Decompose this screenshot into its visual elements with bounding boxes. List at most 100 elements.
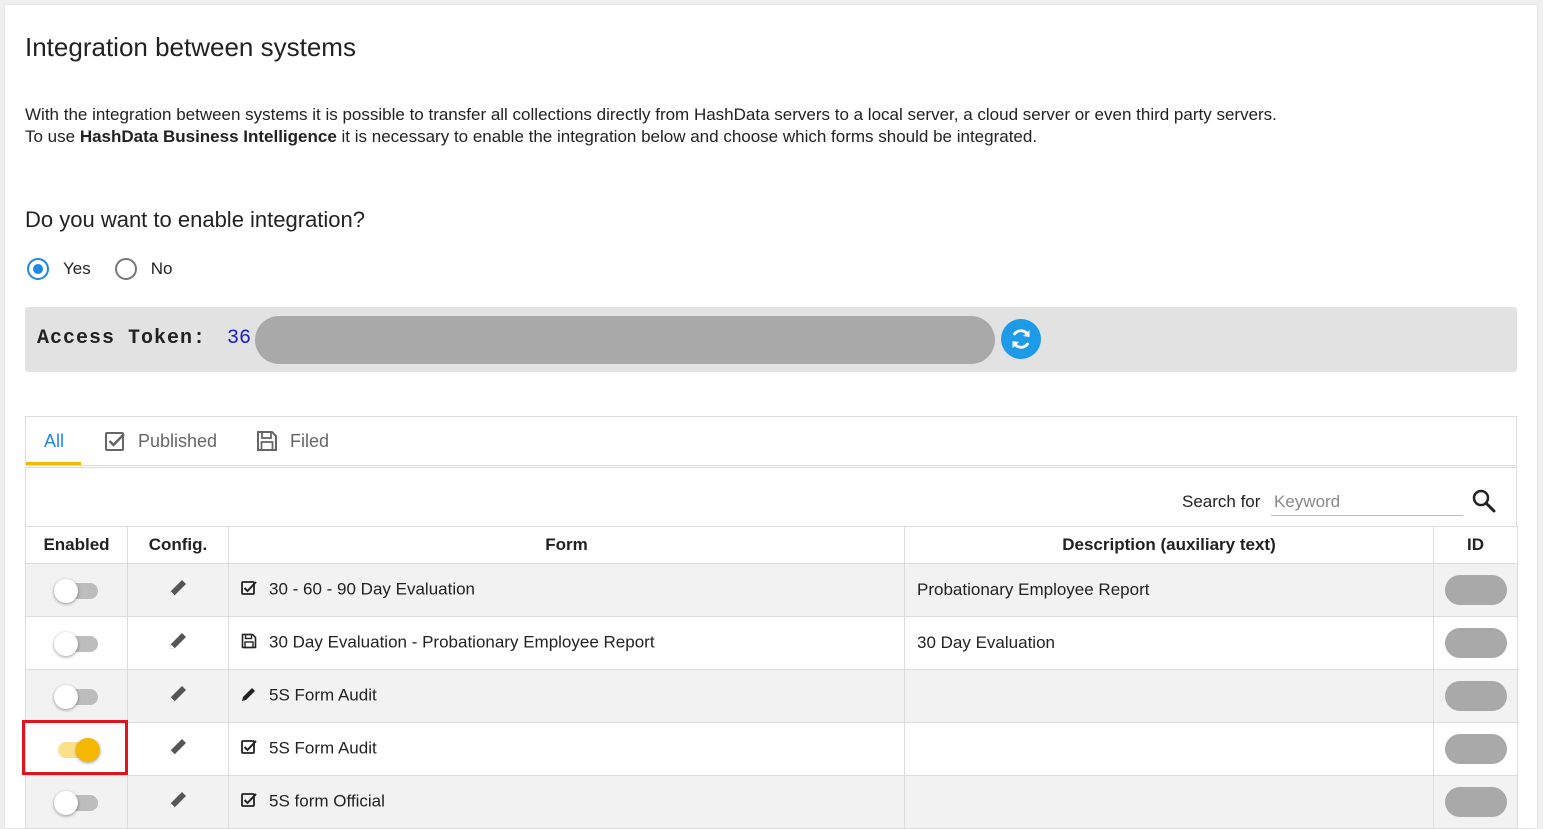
id-redaction — [1444, 681, 1507, 711]
checkbox-icon — [105, 432, 125, 451]
tab-published[interactable]: Published — [104, 417, 217, 465]
id-cell — [1433, 616, 1518, 670]
table-row: 30 - 60 - 90 Day Evaluation Probationary… — [25, 563, 1518, 617]
refresh-token-button[interactable] — [1001, 319, 1041, 359]
description-cell: 30 Day Evaluation — [904, 616, 1434, 670]
column-header-description[interactable]: Description (auxiliary text) — [904, 526, 1434, 564]
access-token-label: Access Token: — [37, 327, 207, 350]
column-header-enabled[interactable]: Enabled — [25, 526, 128, 564]
active-tab-indicator — [26, 462, 81, 465]
enabled-toggle[interactable] — [53, 632, 100, 657]
forms-table-panel: Search for Enabled Config. Form Descript… — [25, 467, 1518, 829]
enable-integration-radio-group: Yes No — [27, 258, 196, 280]
edit-config-button[interactable] — [167, 683, 189, 710]
config-cell — [127, 775, 229, 829]
enabled-toggle[interactable] — [53, 579, 100, 604]
search-icon — [1472, 489, 1496, 513]
column-header-config[interactable]: Config. — [127, 526, 229, 564]
radio-no-circle[interactable] — [114, 258, 137, 280]
table-row: 5S Form Audit — [25, 722, 1518, 776]
edit-config-button[interactable] — [167, 630, 189, 657]
id-cell — [1433, 722, 1518, 776]
toggle-knob — [53, 632, 78, 657]
tab-filed-label: Filed — [290, 430, 330, 451]
checkbox-icon — [241, 580, 257, 601]
form-cell: 5S form Official — [228, 775, 905, 829]
radio-no-label: No — [150, 259, 173, 278]
product-name: HashData Business Intelligence — [79, 127, 337, 146]
edit-config-button[interactable] — [167, 736, 189, 763]
radio-yes[interactable]: Yes — [27, 258, 91, 280]
intro-line-1: With the integration between systems it … — [25, 105, 1277, 124]
radio-no[interactable]: No — [114, 258, 173, 280]
toggle-knob — [75, 738, 100, 763]
page-title: Integration between systems — [25, 32, 356, 62]
id-redaction — [1444, 575, 1507, 605]
search-button[interactable] — [1471, 488, 1497, 519]
pencil-icon — [170, 632, 186, 649]
toggle-knob — [53, 579, 78, 604]
form-name: 30 Day Evaluation - Probationary Employe… — [269, 633, 655, 652]
intro-text: With the integration between systems it … — [25, 104, 1425, 148]
description-cell — [904, 669, 1434, 723]
search-label: Search for — [1182, 492, 1261, 511]
table-header-row: Enabled Config. Form Description (auxili… — [25, 526, 1518, 564]
id-redaction — [1444, 628, 1507, 658]
toggle-knob — [53, 685, 78, 710]
config-cell — [127, 722, 229, 776]
save-icon — [241, 633, 257, 654]
intro-line-2: To use HashData Business Intelligence it… — [25, 126, 1425, 148]
tab-all[interactable]: All — [44, 417, 64, 465]
column-header-form[interactable]: Form — [228, 526, 905, 564]
toggle-knob — [53, 791, 78, 816]
edit-config-button[interactable] — [167, 577, 189, 604]
radio-yes-circle[interactable] — [27, 258, 49, 280]
enabled-toggle[interactable] — [54, 738, 100, 763]
id-cell — [1433, 775, 1518, 829]
id-redaction — [1444, 787, 1507, 817]
enabled-cell — [25, 669, 128, 723]
enabled-cell — [25, 775, 128, 829]
form-cell: 30 Day Evaluation - Probationary Employe… — [228, 616, 905, 670]
id-redaction — [1444, 734, 1507, 764]
forms-table: Enabled Config. Form Description (auxili… — [25, 526, 1518, 829]
search-row: Search for — [26, 468, 1516, 526]
pencil-icon — [170, 738, 186, 755]
enabled-toggle[interactable] — [53, 791, 100, 816]
form-cell: 5S Form Audit — [228, 669, 905, 723]
id-cell — [1433, 563, 1518, 617]
radio-yes-label: Yes — [63, 259, 91, 278]
form-filter-tabs: All Published Filed — [25, 416, 1517, 466]
checkbox-icon — [241, 739, 257, 760]
form-cell: 30 - 60 - 90 Day Evaluation — [228, 563, 905, 617]
enable-integration-question: Do you want to enable integration? — [25, 207, 366, 232]
tab-published-label: Published — [138, 430, 218, 451]
pencil-icon — [170, 685, 186, 702]
tab-all-label: All — [44, 430, 65, 451]
form-name: 5S Form Audit — [269, 686, 377, 705]
column-header-id[interactable]: ID — [1433, 526, 1518, 564]
form-name: 5S form Official — [269, 792, 385, 811]
access-token-redaction — [255, 316, 995, 364]
config-cell — [127, 563, 229, 617]
description-cell: Probationary Employee Report — [904, 563, 1434, 617]
config-cell — [127, 669, 229, 723]
table-row: 5S Form Audit — [25, 669, 1518, 723]
enabled-cell — [25, 722, 128, 776]
description-cell — [904, 722, 1434, 776]
save-icon — [257, 431, 277, 451]
pencil-icon — [241, 686, 257, 707]
description-cell — [904, 775, 1434, 829]
enabled-toggle[interactable] — [53, 685, 100, 710]
tab-filed[interactable]: Filed — [256, 417, 329, 465]
intro-line-2-pre: To use — [25, 127, 80, 146]
access-token-bar: Access Token: 36 — [25, 307, 1517, 372]
enabled-cell — [25, 616, 128, 670]
search-input[interactable] — [1271, 488, 1463, 516]
edit-config-button[interactable] — [167, 789, 189, 816]
id-cell — [1433, 669, 1518, 723]
intro-line-2-post: it is necessary to enable the integratio… — [336, 127, 1038, 146]
table-row: 5S form Official — [25, 775, 1518, 829]
pencil-icon — [170, 579, 186, 596]
enabled-cell — [25, 563, 128, 617]
